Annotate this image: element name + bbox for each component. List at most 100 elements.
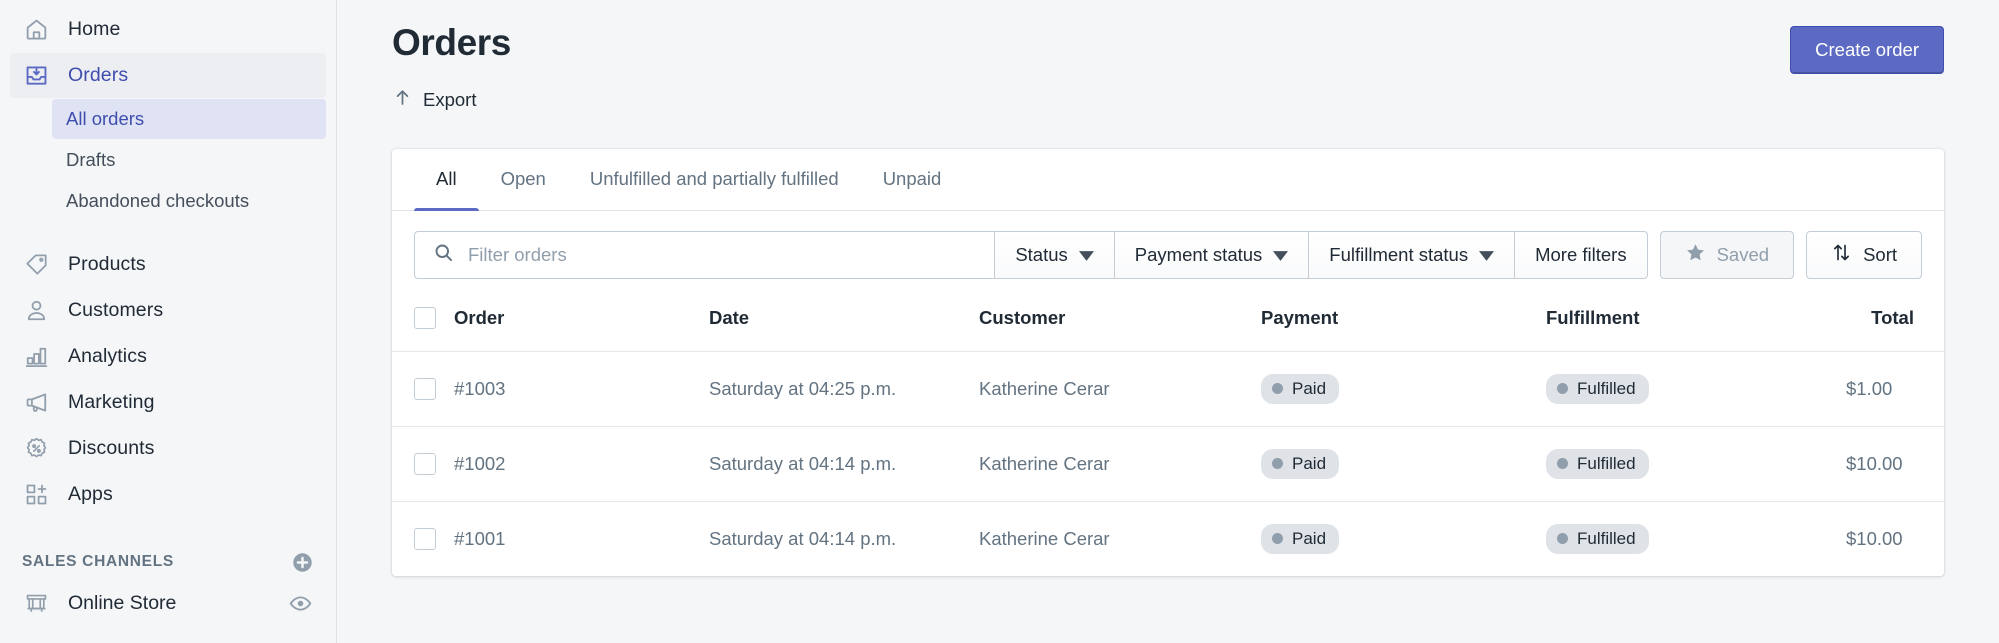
sort-button[interactable]: Sort — [1806, 230, 1922, 279]
saved-filters-button[interactable]: Saved — [1659, 230, 1795, 279]
sidebar-item-marketing[interactable]: Marketing — [10, 380, 326, 425]
orders-card: All Open Unfulfilled and partially fulfi… — [392, 148, 1944, 576]
cell-fulfillment: Fulfilled — [1546, 501, 1846, 576]
sidebar-divider-gap — [0, 222, 336, 241]
search-icon — [433, 242, 454, 268]
cell-customer: Katherine Cerar — [979, 527, 1110, 549]
page-header: Orders Export Create order — [392, 0, 1944, 113]
orders-table: Order Date Customer Payment Fulfillment … — [392, 299, 1944, 576]
row-checkbox[interactable] — [414, 452, 436, 475]
shopify-admin-app: Home Orders All orders Drafts Abandoned … — [0, 0, 1999, 643]
sort-arrows-icon — [1831, 242, 1852, 268]
sidebar: Home Orders All orders Drafts Abandoned … — [0, 0, 337, 643]
search-field-wrapper[interactable] — [414, 230, 995, 279]
saved-label: Saved — [1716, 243, 1770, 265]
sidebar-item-label: Customers — [68, 299, 164, 321]
star-icon — [1685, 242, 1706, 268]
tab-label: Unpaid — [882, 168, 942, 190]
payment-status-badge: Paid — [1261, 373, 1340, 404]
select-all-checkbox[interactable] — [414, 306, 436, 329]
tab-unfulfilled-and-partially-fulfilled[interactable]: Unfulfilled and partially fulfilled — [568, 149, 861, 210]
megaphone-icon — [22, 389, 50, 417]
tab-all[interactable]: All — [414, 149, 479, 211]
column-header-total: Total — [1871, 306, 1914, 328]
sidebar-subitem-drafts[interactable]: Drafts — [52, 140, 326, 180]
fulfillment-status-filter-label: Fulfillment status — [1329, 243, 1469, 265]
tab-unpaid[interactable]: Unpaid — [861, 149, 964, 210]
row-select-cell — [392, 351, 454, 426]
sidebar-channel-online-store[interactable]: Online Store — [10, 581, 326, 626]
payment-status-label: Paid — [1292, 453, 1327, 473]
column-header-customer: Customer — [979, 306, 1066, 328]
chevron-down-icon — [1479, 244, 1495, 266]
sales-channels-title: SALES CHANNELS — [22, 553, 174, 570]
fulfillment-status-filter-button[interactable]: Fulfillment status — [1308, 230, 1515, 279]
cell-total: $1.00 — [1846, 377, 1893, 399]
sidebar-item-apps[interactable]: Apps — [10, 472, 326, 517]
export-button[interactable]: Export — [392, 87, 476, 113]
eye-icon[interactable] — [289, 592, 312, 615]
sales-channels-header: SALES CHANNELS — [22, 537, 314, 579]
cell-total: $10.00 — [1846, 452, 1903, 474]
sidebar-subitem-abandoned-checkouts[interactable]: Abandoned checkouts — [52, 181, 326, 221]
sidebar-subitem-all-orders[interactable]: All orders — [52, 99, 326, 139]
cell-fulfillment: Fulfilled — [1546, 426, 1846, 501]
sort-label: Sort — [1863, 243, 1897, 265]
main-content: Orders Export Create order All Open Unfu… — [337, 0, 1999, 643]
sidebar-item-analytics[interactable]: Analytics — [10, 334, 326, 379]
payment-status-filter-label: Payment status — [1134, 243, 1263, 265]
status-dot-icon — [1272, 458, 1283, 470]
cell-order[interactable]: #1002 — [454, 426, 709, 501]
cell-fulfillment: Fulfilled — [1546, 351, 1846, 426]
cell-order[interactable]: #1001 — [454, 501, 709, 576]
row-checkbox[interactable] — [414, 377, 436, 400]
search-input[interactable] — [468, 243, 995, 266]
fulfillment-status-label: Fulfilled — [1577, 378, 1636, 398]
payment-status-filter-button[interactable]: Payment status — [1113, 230, 1309, 279]
orders-inbox-icon — [22, 62, 50, 90]
store-icon — [22, 590, 50, 618]
create-order-button[interactable]: Create order — [1790, 26, 1944, 74]
plus-circle-icon[interactable] — [291, 551, 314, 574]
table-row[interactable]: #1001 Saturday at 04:14 p.m. Katherine C… — [392, 501, 1944, 576]
person-icon — [22, 297, 50, 325]
cell-payment: Paid — [1261, 501, 1546, 576]
fulfillment-status-label: Fulfilled — [1577, 453, 1636, 473]
apps-grid-plus-icon — [22, 481, 50, 509]
cell-total: $10.00 — [1846, 527, 1903, 549]
more-filters-label: More filters — [1535, 243, 1627, 265]
sidebar-item-orders[interactable]: Orders — [10, 53, 326, 98]
export-label: Export — [423, 88, 477, 110]
cell-date: Saturday at 04:14 p.m. — [709, 527, 897, 549]
cell-customer: Katherine Cerar — [979, 452, 1110, 474]
row-checkbox[interactable] — [414, 527, 436, 550]
cell-date: Saturday at 04:25 p.m. — [709, 377, 897, 399]
sidebar-item-home[interactable]: Home — [10, 7, 326, 52]
sidebar-item-customers[interactable]: Customers — [10, 288, 326, 333]
table-row[interactable]: #1002 Saturday at 04:14 p.m. Katherine C… — [392, 426, 1944, 501]
tab-label: All — [436, 168, 457, 190]
tag-icon — [22, 251, 50, 279]
cell-order[interactable]: #1003 — [454, 351, 709, 426]
fulfillment-status-badge: Fulfilled — [1546, 523, 1649, 554]
row-select-cell — [392, 501, 454, 576]
sidebar-item-discounts[interactable]: Discounts — [10, 426, 326, 471]
sidebar-subitem-label: Abandoned checkouts — [66, 190, 250, 211]
payment-status-badge: Paid — [1261, 523, 1340, 554]
table-row[interactable]: #1003 Saturday at 04:25 p.m. Katherine C… — [392, 351, 1944, 426]
orders-table-head: Order Date Customer Payment Fulfillment … — [392, 299, 1944, 352]
sidebar-section-gap — [0, 518, 336, 537]
more-filters-button[interactable]: More filters — [1514, 230, 1648, 279]
select-all-header — [392, 299, 454, 352]
table-header-row: Order Date Customer Payment Fulfillment … — [392, 299, 1944, 352]
sidebar-channel-label: Online Store — [68, 592, 177, 614]
sidebar-item-label: Home — [68, 18, 121, 40]
status-filter-button[interactable]: Status — [994, 230, 1114, 279]
page-title: Orders — [392, 22, 511, 63]
sidebar-item-products[interactable]: Products — [10, 242, 326, 287]
row-select-cell — [392, 426, 454, 501]
status-dot-icon — [1272, 383, 1283, 395]
status-dot-icon — [1557, 533, 1568, 545]
tab-open[interactable]: Open — [479, 149, 568, 210]
fulfillment-status-label: Fulfilled — [1577, 528, 1636, 548]
